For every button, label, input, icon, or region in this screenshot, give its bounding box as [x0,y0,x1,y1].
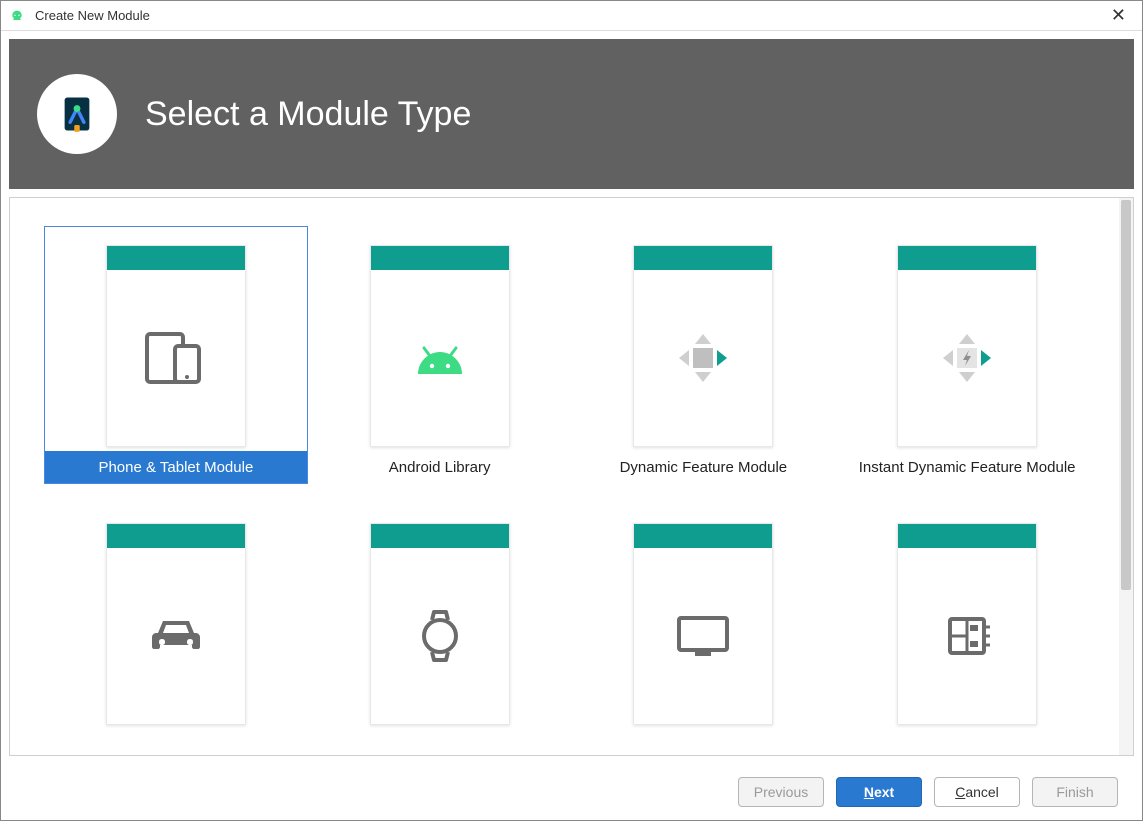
tile [106,523,246,725]
window-title: Create New Module [35,8,1103,23]
wizard-header: Select a Module Type [9,39,1134,189]
close-icon[interactable]: ✕ [1103,5,1134,26]
tile [633,523,773,725]
android-studio-logo-icon [37,74,117,154]
module-option-things[interactable] [835,504,1099,755]
module-option-phone-tablet[interactable]: Phone & Tablet Module [44,226,308,484]
module-grid: Phone & Tablet Module [10,198,1133,755]
module-option-wear[interactable] [308,504,572,755]
wizard-footer: Previous Next Cancel Finish [1,764,1142,820]
page-title: Select a Module Type [145,95,471,134]
tile [633,245,773,447]
module-label [573,729,835,755]
dialog-window: Create New Module ✕ Select a Module Type [0,0,1143,821]
chip-icon [940,548,994,724]
dynamic-feature-icon [675,270,731,446]
module-option-automotive[interactable] [44,504,308,755]
android-icon [410,270,470,446]
tile [897,245,1037,447]
module-label: Phone & Tablet Module [45,451,307,483]
module-label [45,729,307,755]
module-label [309,729,571,755]
previous-button[interactable]: Previous [738,777,824,807]
titlebar: Create New Module ✕ [1,1,1142,31]
instant-dynamic-icon [939,270,995,446]
car-icon [146,548,206,724]
scrollbar[interactable] [1119,198,1133,755]
tile [897,523,1037,725]
module-option-instant-dynamic-feature[interactable]: Instant Dynamic Feature Module [835,226,1099,484]
phone-tablet-icon [141,270,211,446]
module-grid-container: Phone & Tablet Module [9,197,1134,756]
tv-icon [673,548,733,724]
module-option-android-library[interactable]: Android Library [308,226,572,484]
watch-icon [415,548,465,724]
module-option-tv[interactable] [572,504,836,755]
next-button[interactable]: Next [836,777,922,807]
tile [370,523,510,725]
tile [106,245,246,447]
module-label [836,729,1098,755]
cancel-button[interactable]: Cancel [934,777,1020,807]
module-option-dynamic-feature[interactable]: Dynamic Feature Module [572,226,836,484]
finish-button[interactable]: Finish [1032,777,1118,807]
module-label: Android Library [309,451,571,483]
module-label: Instant Dynamic Feature Module [836,451,1098,483]
scrollbar-thumb[interactable] [1121,200,1131,590]
android-studio-icon [9,8,25,24]
module-label: Dynamic Feature Module [573,451,835,483]
tile [370,245,510,447]
